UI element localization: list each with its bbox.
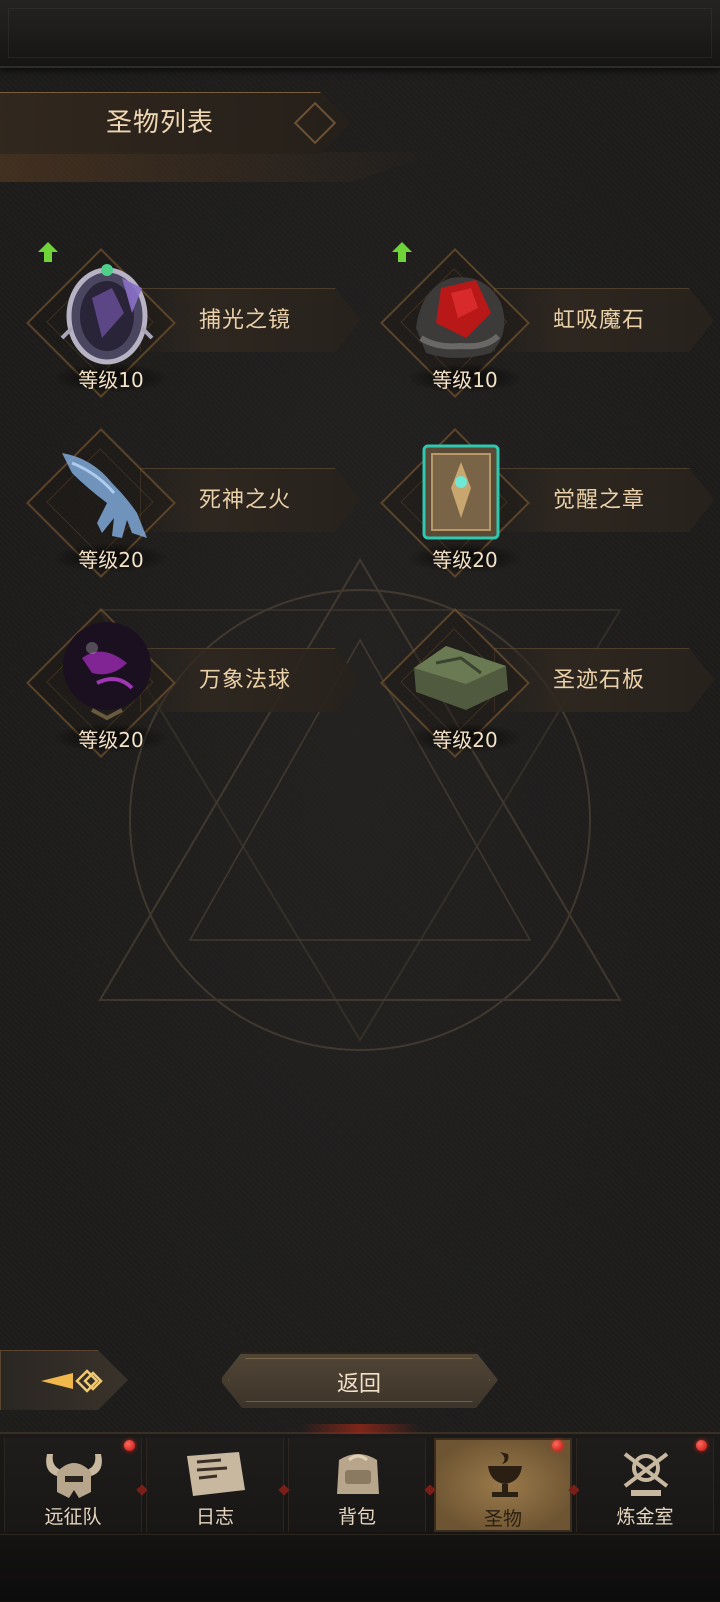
alchemy-icon <box>623 1452 669 1496</box>
orb-icon <box>63 622 151 721</box>
bottom-edge <box>0 1534 720 1601</box>
diamond-arrow-icon <box>41 1369 103 1393</box>
relic-level: 等级10 <box>56 364 166 392</box>
relic-item-mirror[interactable]: 捕光之镜 等级10 <box>20 240 360 400</box>
tab-relics[interactable]: 圣物 <box>434 1438 572 1532</box>
page-title: 圣物列表 <box>106 108 215 138</box>
scroll-icon <box>187 1452 245 1496</box>
red-stone-icon <box>416 277 505 358</box>
backpack-icon <box>337 1454 379 1494</box>
notification-badge <box>124 1440 135 1451</box>
relic-item-orb[interactable]: 万象法球 等级20 <box>20 600 360 760</box>
relic-name: 死神之火 <box>198 488 291 513</box>
tab-label: 炼金室 <box>616 1506 674 1528</box>
relic-level: 等级20 <box>56 544 166 572</box>
tab-label: 日志 <box>195 1506 234 1528</box>
tab-journal[interactable]: 日志 <box>146 1438 284 1532</box>
horned-helmet-icon <box>46 1454 102 1498</box>
notification-badge <box>696 1440 707 1451</box>
tome-icon <box>422 444 500 540</box>
relic-name: 觉醒之章 <box>552 488 645 513</box>
relic-name: 虹吸魔石 <box>552 308 645 333</box>
tab-alchemy[interactable]: 炼金室 <box>576 1438 714 1532</box>
upgrade-arrow-icon <box>392 242 412 262</box>
relic-item-red-stone[interactable]: 虹吸魔石 等级10 <box>374 240 714 400</box>
relic-name: 万象法球 <box>198 668 291 693</box>
upgrade-arrow-icon <box>38 242 58 262</box>
stone-tablet-icon <box>414 646 508 710</box>
ghost-hand-icon <box>62 453 147 538</box>
mirror-icon <box>60 264 154 365</box>
relic-item-tome[interactable]: 觉醒之章 等级20 <box>374 420 714 580</box>
notification-badge <box>552 1440 563 1451</box>
relic-item-stone-tablet[interactable]: 圣迹石板 等级20 <box>374 600 714 760</box>
tab-backpack[interactable]: 背包 <box>288 1438 426 1532</box>
top-frame <box>0 0 720 68</box>
tab-expedition[interactable]: 远征队 <box>4 1438 142 1532</box>
relic-item-ghost-hand[interactable]: 死神之火 等级20 <box>20 420 360 580</box>
tab-label: 背包 <box>337 1506 376 1528</box>
relic-level: 等级20 <box>410 544 520 572</box>
back-button-label[interactable]: 返回 <box>220 1366 498 1398</box>
relic-level: 等级10 <box>410 364 520 392</box>
chalice-icon <box>488 1452 522 1497</box>
tab-label: 圣物 <box>483 1508 522 1530</box>
relic-name: 圣迹石板 <box>552 668 645 693</box>
relic-level: 等级20 <box>410 724 520 752</box>
tab-label: 远征队 <box>44 1506 102 1528</box>
relic-level: 等级20 <box>56 724 166 752</box>
relic-name: 捕光之镜 <box>198 308 291 333</box>
